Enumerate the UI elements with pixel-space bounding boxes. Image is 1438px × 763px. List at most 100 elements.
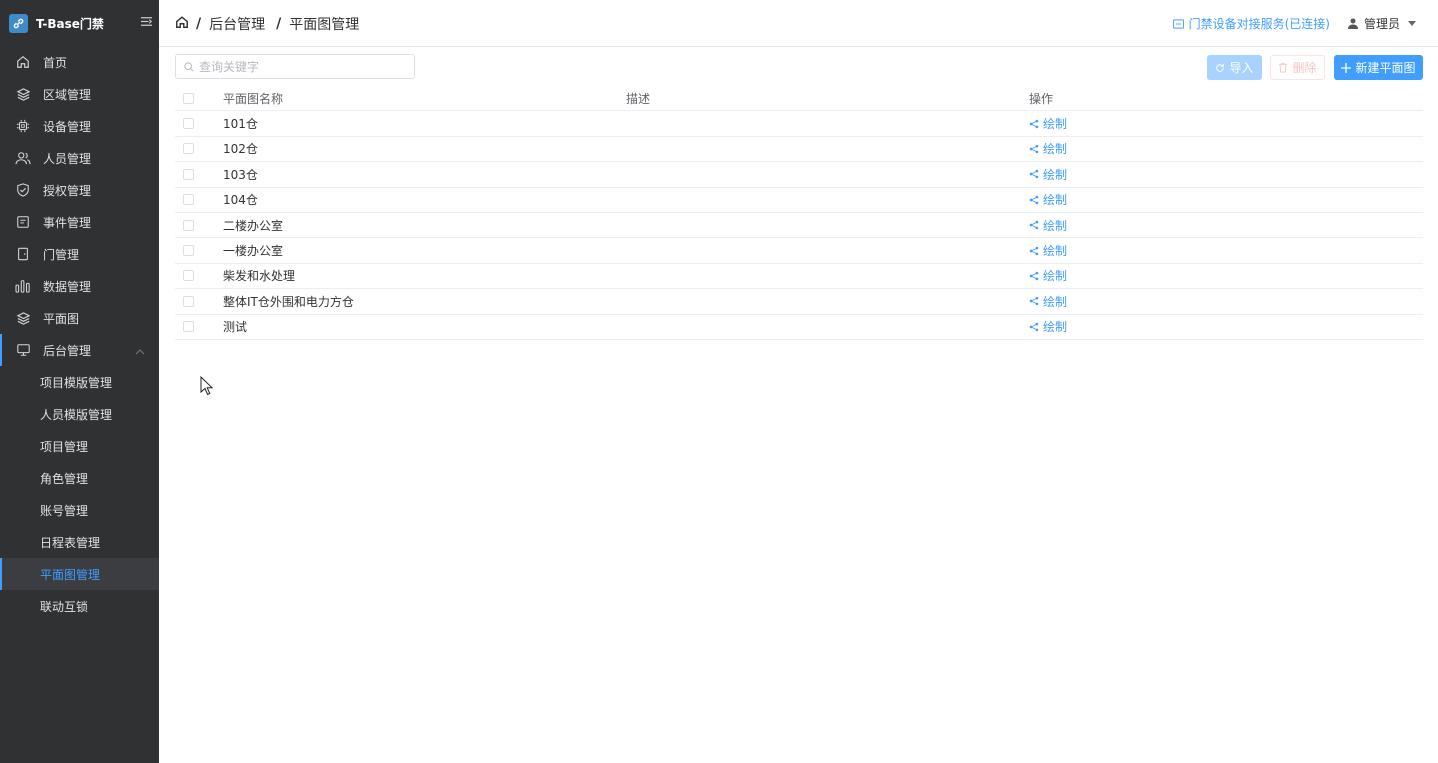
chip-icon (15, 118, 31, 134)
table-row[interactable]: 一楼办公室 绘制 (175, 238, 1423, 264)
submenu-item-schedule[interactable]: 日程表管理 (0, 526, 159, 558)
menu-item-label: 后台管理 (43, 343, 92, 358)
chevron-up-icon (135, 345, 145, 359)
draw-action-link[interactable]: 绘制 (1029, 293, 1067, 310)
service-status-text: 门禁设备对接服务(已连接) (1188, 17, 1330, 31)
share-icon (1029, 271, 1039, 281)
menu-item-label: 授权管理 (43, 183, 92, 198)
search-input[interactable] (199, 59, 399, 74)
layers-icon (15, 310, 31, 326)
row-checkbox[interactable] (183, 245, 194, 257)
menu-item-home[interactable]: 首页 (0, 46, 159, 78)
floorplan-table: 平面图名称 描述 操作 101仓 绘制 102仓 绘制 103仓 绘制 104仓 绘制 二楼办公… (175, 86, 1423, 340)
breadcrumb-item[interactable]: 后台管理 (209, 14, 265, 34)
import-button[interactable]: 导入 (1207, 55, 1262, 80)
menu-item-events[interactable]: 事件管理 (0, 206, 159, 238)
brand: T-Base门禁 (0, 0, 159, 46)
row-checkbox[interactable] (183, 321, 194, 333)
mouse-cursor-icon (200, 375, 214, 399)
draw-action-link[interactable]: 绘制 (1029, 318, 1067, 335)
table-row[interactable]: 104仓 绘制 (175, 188, 1423, 213)
share-icon (1029, 170, 1039, 179)
user-menu[interactable]: 管理员 (1347, 15, 1422, 32)
door-icon (15, 246, 31, 262)
table-header-row: 平面图名称 描述 操作 (175, 86, 1423, 112)
table-row[interactable]: 103仓 绘制 (175, 162, 1423, 188)
menu-item-label: 设备管理 (43, 119, 92, 134)
table-row[interactable]: 柴发和水处理 绘制 (175, 264, 1423, 290)
import-label: 导入 (1229, 61, 1254, 75)
share-icon (1029, 220, 1039, 230)
bar-chart-icon (15, 278, 31, 294)
menu-item-admin[interactable]: 后台管理 (0, 334, 159, 366)
row-checkbox[interactable] (183, 295, 194, 307)
sidebar: T-Base门禁 首页 区域管理 设备管理 人员管理 授权管理 事件管理 门管理… (0, 0, 159, 763)
menu-item-authorization[interactable]: 授权管理 (0, 174, 159, 206)
submenu-item-personnel-template[interactable]: 人员模版管理 (0, 398, 159, 430)
draw-action-link[interactable]: 绘制 (1029, 267, 1067, 284)
row-checkbox[interactable] (183, 219, 194, 231)
draw-action-link[interactable]: 绘制 (1029, 115, 1067, 132)
layers-icon (15, 86, 31, 102)
submenu-item-account[interactable]: 账号管理 (0, 494, 159, 526)
menu-item-device[interactable]: 设备管理 (0, 110, 159, 142)
delete-button[interactable]: 删除 (1270, 55, 1325, 80)
menu-item-label: 门管理 (43, 247, 80, 262)
table-row[interactable]: 测试 绘制 (175, 315, 1423, 340)
menu-collapse-icon[interactable] (140, 15, 153, 31)
submenu-item-project[interactable]: 项目管理 (0, 430, 159, 462)
submenu-item-role[interactable]: 角色管理 (0, 462, 159, 494)
home-icon[interactable] (175, 15, 189, 33)
floorplan-name: 整体IT仓外围和电力方仓 (223, 294, 354, 309)
draw-action-link[interactable]: 绘制 (1029, 191, 1067, 208)
table-row[interactable]: 102仓 绘制 (175, 137, 1423, 163)
menu-item-floorplan[interactable]: 平面图 (0, 302, 159, 334)
column-header-description: 描述 (626, 91, 651, 106)
menu-item-door[interactable]: 门管理 (0, 238, 159, 270)
draw-action-link[interactable]: 绘制 (1029, 166, 1067, 183)
draw-action-link[interactable]: 绘制 (1029, 140, 1067, 157)
menu-item-personnel[interactable]: 人员管理 (0, 142, 159, 174)
floorplan-name: 102仓 (223, 142, 258, 157)
floorplan-name: 测试 (223, 320, 248, 335)
floorplan-name: 柴发和水处理 (223, 269, 296, 284)
submenu-item-project-template[interactable]: 项目模版管理 (0, 366, 159, 398)
submenu-item-interlock[interactable]: 联动互锁 (0, 590, 159, 622)
delete-label: 删除 (1292, 61, 1317, 75)
row-checkbox[interactable] (183, 143, 194, 155)
breadcrumb-separator: / (276, 16, 282, 32)
draw-action-label: 绘制 (1043, 269, 1068, 284)
draw-action-label: 绘制 (1043, 294, 1068, 309)
row-checkbox[interactable] (183, 270, 194, 282)
menu-item-label: 人员管理 (43, 151, 92, 166)
column-header-name: 平面图名称 (223, 91, 284, 106)
row-checkbox[interactable] (183, 118, 194, 130)
row-checkbox[interactable] (183, 168, 194, 180)
user-name: 管理员 (1363, 17, 1400, 31)
submenu-item-floorplan-management[interactable]: 平面图管理 (0, 558, 159, 590)
share-icon (1029, 119, 1039, 128)
draw-action-link[interactable]: 绘制 (1029, 242, 1067, 259)
header-right: 门禁设备对接服务(已连接) 管理员 (1172, 15, 1422, 32)
breadcrumb-separator: / (196, 16, 202, 32)
floorplan-name: 104仓 (223, 193, 258, 208)
table-row[interactable]: 101仓 绘制 (175, 111, 1423, 137)
service-status-link[interactable]: 门禁设备对接服务(已连接) (1172, 15, 1330, 32)
row-checkbox[interactable] (183, 194, 194, 206)
menu-item-label: 区域管理 (43, 87, 92, 102)
menu-item-data[interactable]: 数据管理 (0, 270, 159, 302)
select-all-checkbox[interactable] (183, 92, 194, 104)
trash-icon (1279, 62, 1288, 73)
menu-item-label: 数据管理 (43, 279, 92, 294)
draw-action-link[interactable]: 绘制 (1029, 217, 1067, 234)
document-icon (15, 214, 31, 230)
search-icon (184, 61, 194, 72)
table-row[interactable]: 整体IT仓外围和电力方仓 绘制 (175, 289, 1423, 315)
floorplan-name: 101仓 (223, 117, 258, 132)
table-row[interactable]: 二楼办公室 绘制 (175, 213, 1423, 239)
plus-icon (1341, 62, 1352, 73)
header: / 后台管理 / 平面图管理 门禁设备对接服务(已连接) 管理员 (159, 0, 1438, 47)
menu-item-area[interactable]: 区域管理 (0, 78, 159, 110)
new-floorplan-button[interactable]: 新建平面图 (1334, 55, 1423, 80)
new-floorplan-label: 新建平面图 (1355, 61, 1416, 75)
